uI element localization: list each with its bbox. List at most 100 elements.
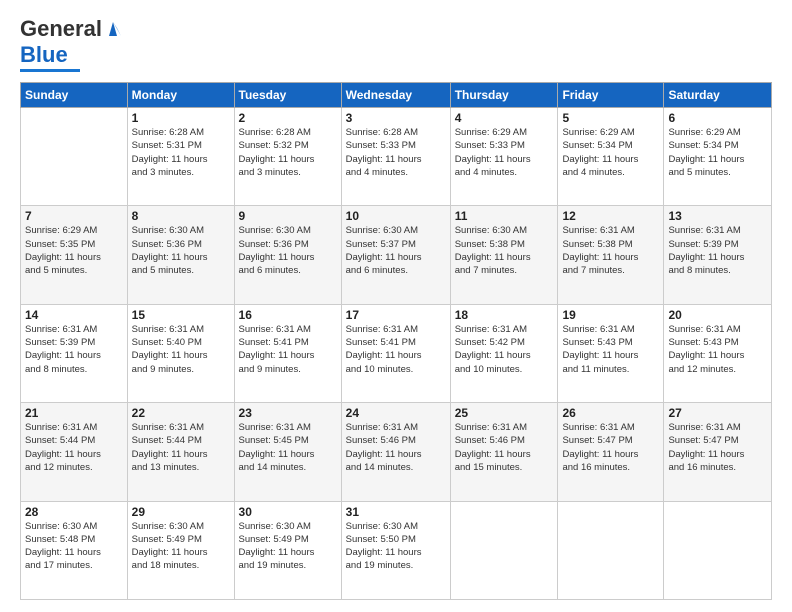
header: General Blue <box>20 16 772 72</box>
calendar-cell: 10Sunrise: 6:30 AM Sunset: 5:37 PM Dayli… <box>341 206 450 304</box>
day-info: Sunrise: 6:30 AM Sunset: 5:36 PM Dayligh… <box>132 224 230 277</box>
calendar-header-wednesday: Wednesday <box>341 83 450 108</box>
day-info: Sunrise: 6:30 AM Sunset: 5:48 PM Dayligh… <box>25 520 123 573</box>
calendar-cell: 30Sunrise: 6:30 AM Sunset: 5:49 PM Dayli… <box>234 501 341 599</box>
day-info: Sunrise: 6:31 AM Sunset: 5:41 PM Dayligh… <box>239 323 337 376</box>
day-number: 11 <box>455 209 554 223</box>
calendar-cell: 27Sunrise: 6:31 AM Sunset: 5:47 PM Dayli… <box>664 403 772 501</box>
day-info: Sunrise: 6:31 AM Sunset: 5:44 PM Dayligh… <box>132 421 230 474</box>
calendar-cell: 11Sunrise: 6:30 AM Sunset: 5:38 PM Dayli… <box>450 206 558 304</box>
day-number: 13 <box>668 209 767 223</box>
day-info: Sunrise: 6:30 AM Sunset: 5:38 PM Dayligh… <box>455 224 554 277</box>
logo-triangle-icon <box>104 18 122 36</box>
calendar-cell: 12Sunrise: 6:31 AM Sunset: 5:38 PM Dayli… <box>558 206 664 304</box>
day-info: Sunrise: 6:31 AM Sunset: 5:39 PM Dayligh… <box>668 224 767 277</box>
logo-underline <box>20 69 80 72</box>
day-number: 6 <box>668 111 767 125</box>
calendar-cell: 31Sunrise: 6:30 AM Sunset: 5:50 PM Dayli… <box>341 501 450 599</box>
day-number: 3 <box>346 111 446 125</box>
calendar-header-friday: Friday <box>558 83 664 108</box>
day-info: Sunrise: 6:31 AM Sunset: 5:45 PM Dayligh… <box>239 421 337 474</box>
calendar-header-saturday: Saturday <box>664 83 772 108</box>
day-number: 17 <box>346 308 446 322</box>
day-info: Sunrise: 6:31 AM Sunset: 5:39 PM Dayligh… <box>25 323 123 376</box>
calendar-week-row: 14Sunrise: 6:31 AM Sunset: 5:39 PM Dayli… <box>21 304 772 402</box>
calendar-week-row: 21Sunrise: 6:31 AM Sunset: 5:44 PM Dayli… <box>21 403 772 501</box>
day-number: 30 <box>239 505 337 519</box>
day-info: Sunrise: 6:30 AM Sunset: 5:50 PM Dayligh… <box>346 520 446 573</box>
day-info: Sunrise: 6:31 AM Sunset: 5:42 PM Dayligh… <box>455 323 554 376</box>
day-number: 27 <box>668 406 767 420</box>
calendar-week-row: 1Sunrise: 6:28 AM Sunset: 5:31 PM Daylig… <box>21 108 772 206</box>
day-number: 4 <box>455 111 554 125</box>
day-info: Sunrise: 6:31 AM Sunset: 5:47 PM Dayligh… <box>562 421 659 474</box>
day-number: 7 <box>25 209 123 223</box>
day-info: Sunrise: 6:31 AM Sunset: 5:38 PM Dayligh… <box>562 224 659 277</box>
day-info: Sunrise: 6:29 AM Sunset: 5:33 PM Dayligh… <box>455 126 554 179</box>
day-number: 12 <box>562 209 659 223</box>
calendar-cell: 22Sunrise: 6:31 AM Sunset: 5:44 PM Dayli… <box>127 403 234 501</box>
logo-blue: Blue <box>20 42 68 68</box>
day-number: 2 <box>239 111 337 125</box>
calendar-cell: 26Sunrise: 6:31 AM Sunset: 5:47 PM Dayli… <box>558 403 664 501</box>
day-number: 16 <box>239 308 337 322</box>
day-info: Sunrise: 6:31 AM Sunset: 5:43 PM Dayligh… <box>668 323 767 376</box>
calendar-cell: 16Sunrise: 6:31 AM Sunset: 5:41 PM Dayli… <box>234 304 341 402</box>
calendar-cell: 24Sunrise: 6:31 AM Sunset: 5:46 PM Dayli… <box>341 403 450 501</box>
day-number: 22 <box>132 406 230 420</box>
calendar-week-row: 7Sunrise: 6:29 AM Sunset: 5:35 PM Daylig… <box>21 206 772 304</box>
calendar-cell: 28Sunrise: 6:30 AM Sunset: 5:48 PM Dayli… <box>21 501 128 599</box>
calendar-header-sunday: Sunday <box>21 83 128 108</box>
day-info: Sunrise: 6:31 AM Sunset: 5:44 PM Dayligh… <box>25 421 123 474</box>
day-number: 14 <box>25 308 123 322</box>
day-number: 1 <box>132 111 230 125</box>
day-info: Sunrise: 6:29 AM Sunset: 5:34 PM Dayligh… <box>668 126 767 179</box>
calendar-cell: 2Sunrise: 6:28 AM Sunset: 5:32 PM Daylig… <box>234 108 341 206</box>
calendar-cell: 21Sunrise: 6:31 AM Sunset: 5:44 PM Dayli… <box>21 403 128 501</box>
calendar-header-tuesday: Tuesday <box>234 83 341 108</box>
day-info: Sunrise: 6:28 AM Sunset: 5:31 PM Dayligh… <box>132 126 230 179</box>
calendar-header-row: SundayMondayTuesdayWednesdayThursdayFrid… <box>21 83 772 108</box>
day-info: Sunrise: 6:29 AM Sunset: 5:35 PM Dayligh… <box>25 224 123 277</box>
calendar-week-row: 28Sunrise: 6:30 AM Sunset: 5:48 PM Dayli… <box>21 501 772 599</box>
calendar-cell: 29Sunrise: 6:30 AM Sunset: 5:49 PM Dayli… <box>127 501 234 599</box>
day-number: 15 <box>132 308 230 322</box>
day-info: Sunrise: 6:30 AM Sunset: 5:49 PM Dayligh… <box>239 520 337 573</box>
day-number: 8 <box>132 209 230 223</box>
calendar-cell <box>664 501 772 599</box>
day-number: 5 <box>562 111 659 125</box>
day-number: 25 <box>455 406 554 420</box>
day-number: 18 <box>455 308 554 322</box>
day-number: 26 <box>562 406 659 420</box>
calendar-cell: 7Sunrise: 6:29 AM Sunset: 5:35 PM Daylig… <box>21 206 128 304</box>
calendar-cell: 9Sunrise: 6:30 AM Sunset: 5:36 PM Daylig… <box>234 206 341 304</box>
logo: General Blue <box>20 16 122 72</box>
calendar-cell <box>558 501 664 599</box>
day-info: Sunrise: 6:31 AM Sunset: 5:46 PM Dayligh… <box>346 421 446 474</box>
calendar-cell: 3Sunrise: 6:28 AM Sunset: 5:33 PM Daylig… <box>341 108 450 206</box>
calendar-cell: 8Sunrise: 6:30 AM Sunset: 5:36 PM Daylig… <box>127 206 234 304</box>
calendar-cell: 1Sunrise: 6:28 AM Sunset: 5:31 PM Daylig… <box>127 108 234 206</box>
calendar-header-thursday: Thursday <box>450 83 558 108</box>
calendar-cell: 23Sunrise: 6:31 AM Sunset: 5:45 PM Dayli… <box>234 403 341 501</box>
calendar-cell <box>21 108 128 206</box>
day-info: Sunrise: 6:31 AM Sunset: 5:43 PM Dayligh… <box>562 323 659 376</box>
day-number: 19 <box>562 308 659 322</box>
logo-general: General <box>20 16 102 42</box>
day-info: Sunrise: 6:28 AM Sunset: 5:33 PM Dayligh… <box>346 126 446 179</box>
calendar-cell: 20Sunrise: 6:31 AM Sunset: 5:43 PM Dayli… <box>664 304 772 402</box>
calendar-cell <box>450 501 558 599</box>
day-info: Sunrise: 6:30 AM Sunset: 5:36 PM Dayligh… <box>239 224 337 277</box>
calendar-cell: 25Sunrise: 6:31 AM Sunset: 5:46 PM Dayli… <box>450 403 558 501</box>
page: General Blue SundayMondayTuesdayWednesda… <box>0 0 792 612</box>
calendar-table: SundayMondayTuesdayWednesdayThursdayFrid… <box>20 82 772 600</box>
day-info: Sunrise: 6:28 AM Sunset: 5:32 PM Dayligh… <box>239 126 337 179</box>
calendar-cell: 13Sunrise: 6:31 AM Sunset: 5:39 PM Dayli… <box>664 206 772 304</box>
day-number: 20 <box>668 308 767 322</box>
calendar-cell: 19Sunrise: 6:31 AM Sunset: 5:43 PM Dayli… <box>558 304 664 402</box>
day-number: 9 <box>239 209 337 223</box>
day-info: Sunrise: 6:31 AM Sunset: 5:47 PM Dayligh… <box>668 421 767 474</box>
day-info: Sunrise: 6:31 AM Sunset: 5:41 PM Dayligh… <box>346 323 446 376</box>
day-number: 31 <box>346 505 446 519</box>
day-number: 21 <box>25 406 123 420</box>
